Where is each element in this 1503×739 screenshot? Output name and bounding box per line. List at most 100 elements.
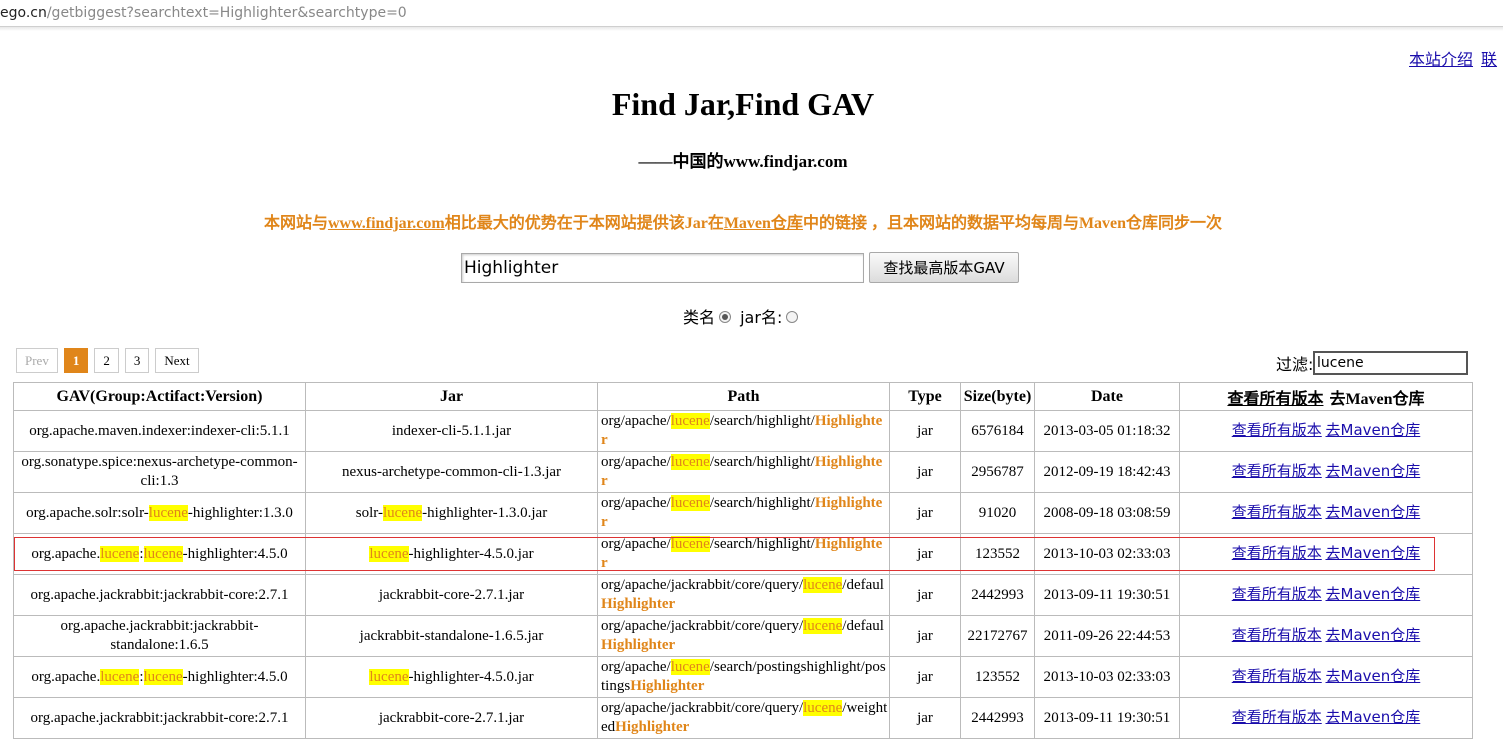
cell-gav: org.apache.jackrabbit:jackrabbit-core:2.… [13,697,306,739]
maven-repo-link[interactable]: Maven仓库 [724,215,803,232]
contact-link[interactable]: 联 [1481,50,1497,69]
search-button[interactable]: 查找最高版本GAV [869,252,1019,283]
findjar-link[interactable]: www.findjar.com [328,215,445,232]
filter-input[interactable] [1313,351,1468,375]
highlight-match: lucene [670,413,710,429]
cell-size: 2442993 [960,574,1035,616]
class-name-match: Highlighter [615,719,690,735]
cell-path: org/apache/jackrabbit/core/query/lucene/… [597,574,890,616]
results-body: org.apache.maven.indexer:indexer-cli:5.1… [13,410,1473,739]
site-notice: 本网站与www.findjar.com相比最大的优势在于本网站提供该Jar在Ma… [0,209,1486,233]
text-segment: -highlighter-4.5.0.jar [408,668,534,685]
cell-links: 查看所有版本 去Maven仓库 [1179,574,1473,616]
maven-link[interactable]: 去Maven仓库 [1326,667,1421,685]
highlight-match: lucene [369,668,409,685]
cell-date: 2011-09-26 22:44:53 [1034,615,1180,657]
class-name-match: Highlighter [601,596,676,612]
text-segment: -highlighter:4.5.0 [182,668,288,685]
notice-text-before: 本网站与 [263,215,328,232]
highlight-match: lucene [803,618,843,634]
cell-links: 查看所有版本 去Maven仓库 [1179,533,1473,575]
page-title: Find Jar,Find GAV [611,86,875,122]
search-type-radios: 类名 jar名: [683,304,802,328]
cell-type: jar [889,656,961,698]
text-segment: solr- [355,504,383,521]
address-bar[interactable]: ego.cn/getbiggest?searchtext=Highlighter… [0,0,1503,27]
cell-jar: jackrabbit-standalone-1.6.5.jar [305,615,598,657]
text-segment: : [139,545,144,562]
text-segment: jackrabbit-standalone-1.6.5.jar [359,627,544,644]
text-segment: org.apache.maven.indexer:indexer-cli:5.1… [29,422,290,439]
col-header-type: Type [889,382,961,411]
radio-classname[interactable] [719,311,732,323]
all-versions-link[interactable]: 查看所有版本 [1232,544,1322,562]
maven-link[interactable]: 去Maven仓库 [1326,585,1421,603]
cell-links: 查看所有版本 去Maven仓库 [1179,492,1473,534]
maven-link[interactable]: 去Maven仓库 [1326,462,1421,480]
text-segment: -highlighter:1.3.0 [187,504,293,521]
highlight-match: lucene [100,668,140,685]
page-button-1[interactable]: 1 [63,348,89,373]
next-page-button[interactable]: Next [155,348,199,373]
text-segment: indexer-cli-5.1.1.jar [391,422,512,439]
all-versions-link[interactable]: 查看所有版本 [1232,503,1322,521]
cell-links: 查看所有版本 去Maven仓库 [1179,615,1473,657]
cell-type: jar [889,697,961,739]
text-segment: -highlighter-4.5.0.jar [408,545,534,562]
radio-classname-label: 类名 [683,308,716,327]
all-versions-link[interactable]: 查看所有版本 [1232,462,1322,480]
text-segment: org/apache/jackrabbit/core/query/ [601,700,804,716]
cell-size: 2442993 [960,697,1035,739]
highlight-match: lucene [143,545,183,562]
cell-path: org/apache/lucene/search/postingshighlig… [597,656,890,698]
cell-gav: org.apache.lucene:lucene-highlighter:4.5… [13,533,306,575]
notice-text-after: 中的链接 ，且本网站的数据平均每周与Maven仓库同步一次 [802,215,1223,232]
about-link[interactable]: 本站介绍 [1409,50,1473,69]
cell-size: 2956787 [960,451,1035,493]
cell-gav: org.apache.maven.indexer:indexer-cli:5.1… [13,410,306,452]
url-host: ego.cn [0,5,47,21]
col-header-links: 查看所有版本 去Maven仓库 [1179,382,1473,411]
col-header-path: Path [597,382,890,411]
cell-links: 查看所有版本 去Maven仓库 [1179,451,1473,493]
header-all-versions[interactable]: 查看所有版本 [1227,391,1323,408]
table-row: org.apache.lucene:lucene-highlighter:4.5… [13,656,1473,698]
text-segment: org/apache/ [601,495,671,511]
text-segment: org.apache. [31,545,101,562]
all-versions-link[interactable]: 查看所有版本 [1232,667,1322,685]
prev-page-button[interactable]: Prev [16,348,58,373]
cell-date: 2013-09-11 19:30:51 [1034,697,1180,739]
cell-links: 查看所有版本 去Maven仓库 [1179,656,1473,698]
cell-type: jar [889,451,961,493]
cell-gav: org.apache.solr:solr-lucene-highlighter:… [13,492,306,534]
radio-jarname[interactable] [786,311,799,323]
text-segment: /search/highlight/ [709,413,815,429]
maven-link[interactable]: 去Maven仓库 [1326,503,1421,521]
page-subtitle: ——中国的www.findjar.com [638,152,848,171]
col-header-jar: Jar [305,382,598,411]
text-segment: /search/highlight/ [709,536,815,552]
highlight-match: lucene [803,700,843,716]
all-versions-link[interactable]: 查看所有版本 [1232,421,1322,439]
page-button-3[interactable]: 3 [124,348,150,373]
maven-link[interactable]: 去Maven仓库 [1326,626,1421,644]
cell-date: 2008-09-18 03:08:59 [1034,492,1180,534]
search-input[interactable] [461,253,864,283]
all-versions-link[interactable]: 查看所有版本 [1232,626,1322,644]
all-versions-link[interactable]: 查看所有版本 [1232,585,1322,603]
maven-link[interactable]: 去Maven仓库 [1326,544,1421,562]
url-path: /getbiggest?searchtext=Highlighter&searc… [46,5,407,21]
cell-size: 123552 [960,656,1035,698]
highlight-match: lucene [670,659,710,675]
all-versions-link[interactable]: 查看所有版本 [1232,708,1322,726]
text-segment: : [139,668,144,685]
maven-link[interactable]: 去Maven仓库 [1326,708,1421,726]
page-button-2[interactable]: 2 [94,348,119,373]
top-links: 本站介绍联 [1409,46,1503,70]
cell-date: 2013-03-05 01:18:32 [1034,410,1180,452]
cell-gav: org.apache.lucene:lucene-highlighter:4.5… [13,656,306,698]
highlight-match: lucene [382,504,423,521]
cell-path: org/apache/lucene/search/highlight/Highl… [597,533,890,575]
maven-link[interactable]: 去Maven仓库 [1326,421,1421,439]
text-segment: org/apache/ [601,413,671,429]
